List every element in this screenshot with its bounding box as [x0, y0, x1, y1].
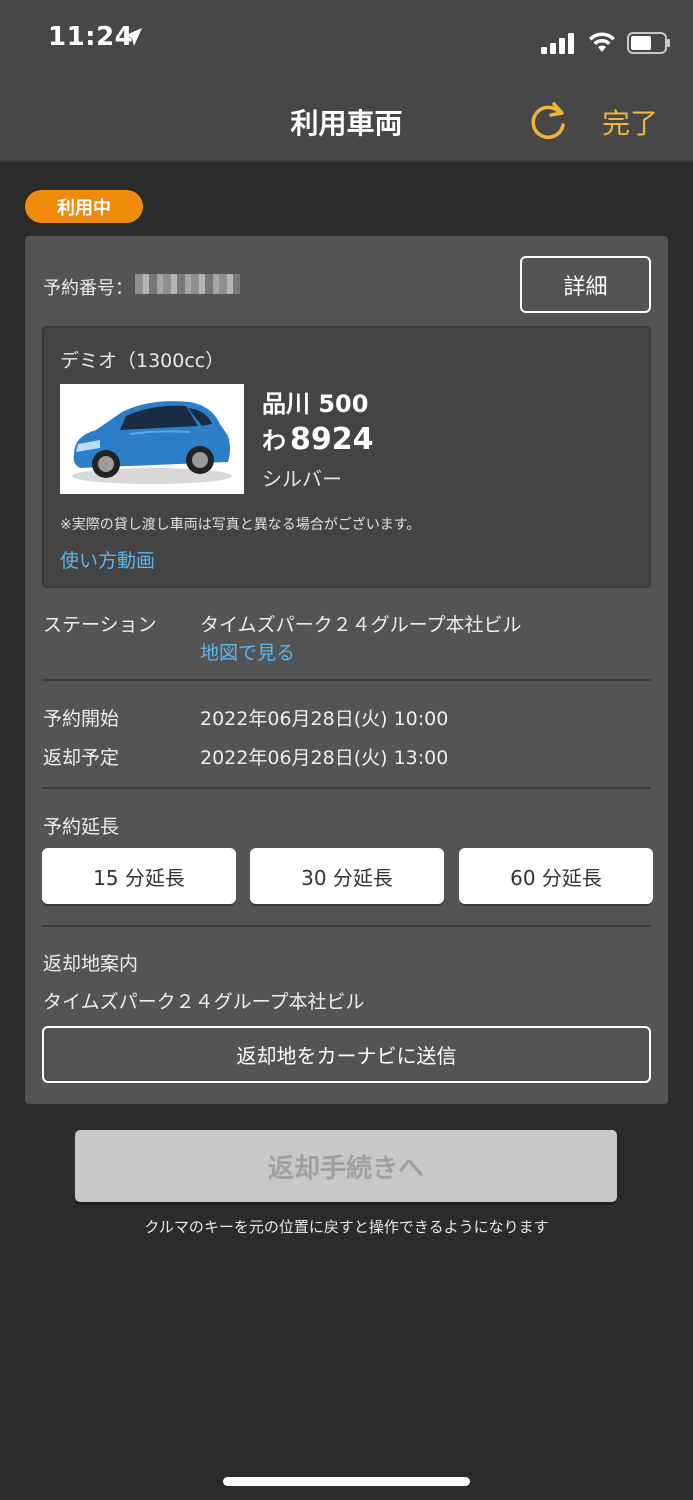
station-value: タイムズパーク２４グループ本社ビル: [200, 614, 522, 636]
extend-60-button[interactable]: 60 分延長: [459, 848, 653, 904]
car-image: [72, 401, 232, 484]
vehicle-card: 予約番号： 詳細 デミオ（1300cc） 品川 500 わ 8924 シルバー …: [25, 236, 668, 1104]
usage-video-link[interactable]: 使い方動画: [60, 546, 155, 573]
reservation-number-redacted: [135, 274, 240, 294]
plate-kana: わ: [262, 427, 286, 455]
status-time: 11:24: [48, 22, 134, 52]
battery-icon: [627, 32, 670, 54]
reservation-number-label: 予約番号：: [43, 278, 133, 299]
start-label: 予約開始: [43, 708, 120, 730]
home-indicator[interactable]: [223, 1477, 470, 1486]
detail-button[interactable]: 詳細: [520, 256, 651, 313]
page-title: 利用車両: [290, 107, 403, 140]
return-time-value: 2022年06月28日(火) 13:00: [200, 747, 449, 769]
cellular-signal-icon: [541, 33, 574, 54]
extend-15-button[interactable]: 15 分延長: [42, 848, 236, 904]
divider: [42, 679, 651, 681]
start-value: 2022年06月28日(火) 10:00: [200, 708, 449, 730]
vehicle-model: デミオ（1300cc）: [60, 350, 225, 372]
divider: [42, 925, 651, 927]
return-time-label: 返却予定: [43, 747, 120, 769]
location-arrow-icon: [124, 28, 142, 46]
done-button[interactable]: 完了: [602, 102, 658, 142]
extend-30-button[interactable]: 30 分延長: [250, 848, 444, 904]
wifi-icon: [589, 32, 615, 52]
return-procedure-button[interactable]: 返却手続きへ: [75, 1130, 617, 1202]
send-to-navi-button[interactable]: 返却地をカーナビに送信: [42, 1026, 651, 1083]
status-badge: 利用中: [25, 190, 143, 223]
return-note: クルマのキーを元の位置に戻すと操作できるようになります: [144, 1218, 549, 1236]
map-link[interactable]: 地図で見る: [200, 638, 295, 665]
vehicle-note: ※実際の貸し渡し車両は写真と異なる場合がございます。: [60, 517, 421, 533]
station-label: ステーション: [43, 614, 157, 636]
extension-label: 予約延長: [43, 816, 120, 838]
refresh-icon[interactable]: [528, 100, 570, 142]
plate-number: 8924: [290, 422, 374, 457]
license-plate: 品川 500 わ 8924 シルバー: [262, 384, 374, 492]
vehicle-info-box: デミオ（1300cc） 品川 500 わ 8924 シルバー ※実際の貸し渡し車…: [42, 326, 651, 588]
return-location: タイムズパーク２４グループ本社ビル: [43, 991, 365, 1013]
car-color: シルバー: [262, 467, 342, 491]
top-bar: 11:24 利用車両 完了: [0, 0, 693, 162]
return-guide-label: 返却地案内: [43, 953, 139, 975]
plate-region: 品川 500: [262, 390, 369, 418]
divider: [42, 787, 651, 789]
car-photo: [60, 384, 244, 494]
